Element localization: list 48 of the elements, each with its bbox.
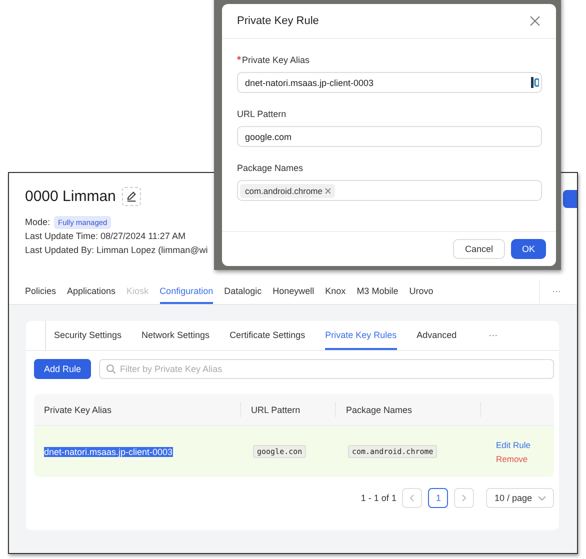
remove-tag-icon[interactable]: [325, 188, 332, 194]
tag-input-field[interactable]: com.android.chrome: [237, 180, 542, 201]
ok-button[interactable]: OK: [510, 239, 546, 259]
edit-rule-link[interactable]: Edit Rule: [496, 440, 530, 450]
tab[interactable]: M3 Mobile: [356, 280, 398, 304]
subtab[interactable]: Security Settings: [54, 321, 122, 350]
column-header: URL Pattern: [241, 402, 336, 417]
page-size-select[interactable]: 10 / page: [486, 488, 554, 508]
tab[interactable]: Datalogic: [224, 280, 262, 304]
filter-field[interactable]: Filter by Private Key Alias: [99, 359, 554, 379]
subtab[interactable]: Certificate Settings: [230, 321, 306, 350]
autofill-icon[interactable]: [531, 77, 539, 88]
tab[interactable]: Honeywell: [272, 280, 314, 304]
dialog-title: Private Key Rule: [237, 15, 319, 27]
column-header: Package Names: [336, 402, 481, 417]
subtab[interactable]: Private Key Rules: [325, 321, 397, 350]
tab[interactable]: Urovo: [409, 280, 434, 304]
page-range: 1 - 1 of 1: [360, 493, 396, 503]
more-tabs-button[interactable]: ···: [539, 280, 577, 304]
page-button[interactable]: 1: [428, 488, 448, 508]
package-tag: com.android.chrome: [240, 184, 336, 198]
subtab[interactable]: Network Settings: [142, 321, 210, 350]
tab[interactable]: Policies: [25, 280, 56, 304]
more-subtabs-button[interactable]: ···: [488, 321, 498, 350]
edit-button[interactable]: [122, 187, 141, 206]
column-header: Private Key Alias: [34, 402, 241, 417]
tab[interactable]: Applications: [67, 280, 116, 304]
input-field[interactable]: google.com: [237, 126, 542, 147]
subtab[interactable]: Advanced: [416, 321, 457, 350]
pencil-icon: [126, 191, 137, 202]
alias-cell: dnet-natori.msaas.jp-client-0003: [44, 446, 173, 456]
field-label: Package Names: [237, 163, 304, 173]
input-field[interactable]: dnet-natori.msaas.jp-client-0003: [237, 72, 542, 93]
add-rule-button[interactable]: Add Rule: [34, 359, 92, 379]
cancel-button[interactable]: Cancel: [452, 239, 505, 259]
field-label: URL Pattern: [237, 109, 286, 119]
tab[interactable]: Knox: [325, 280, 346, 304]
chevron-right-icon: [461, 494, 468, 502]
page-size-value: 10 / page: [494, 493, 532, 503]
chevron-left-icon: [409, 494, 416, 502]
mode-label: Mode:: [25, 216, 50, 229]
page-title: 0000 Limman: [25, 188, 116, 205]
field-label: Private Key Alias: [242, 55, 310, 65]
caret-icon: [538, 496, 546, 500]
remove-link[interactable]: Remove: [496, 454, 528, 464]
last-update-time: Last Update Time: 08/27/2024 11:27 AM: [25, 230, 186, 243]
action-button[interactable]: [563, 190, 577, 208]
last-updated-by: Last Updated By: Limman Lopez (limman@wi: [25, 244, 208, 257]
